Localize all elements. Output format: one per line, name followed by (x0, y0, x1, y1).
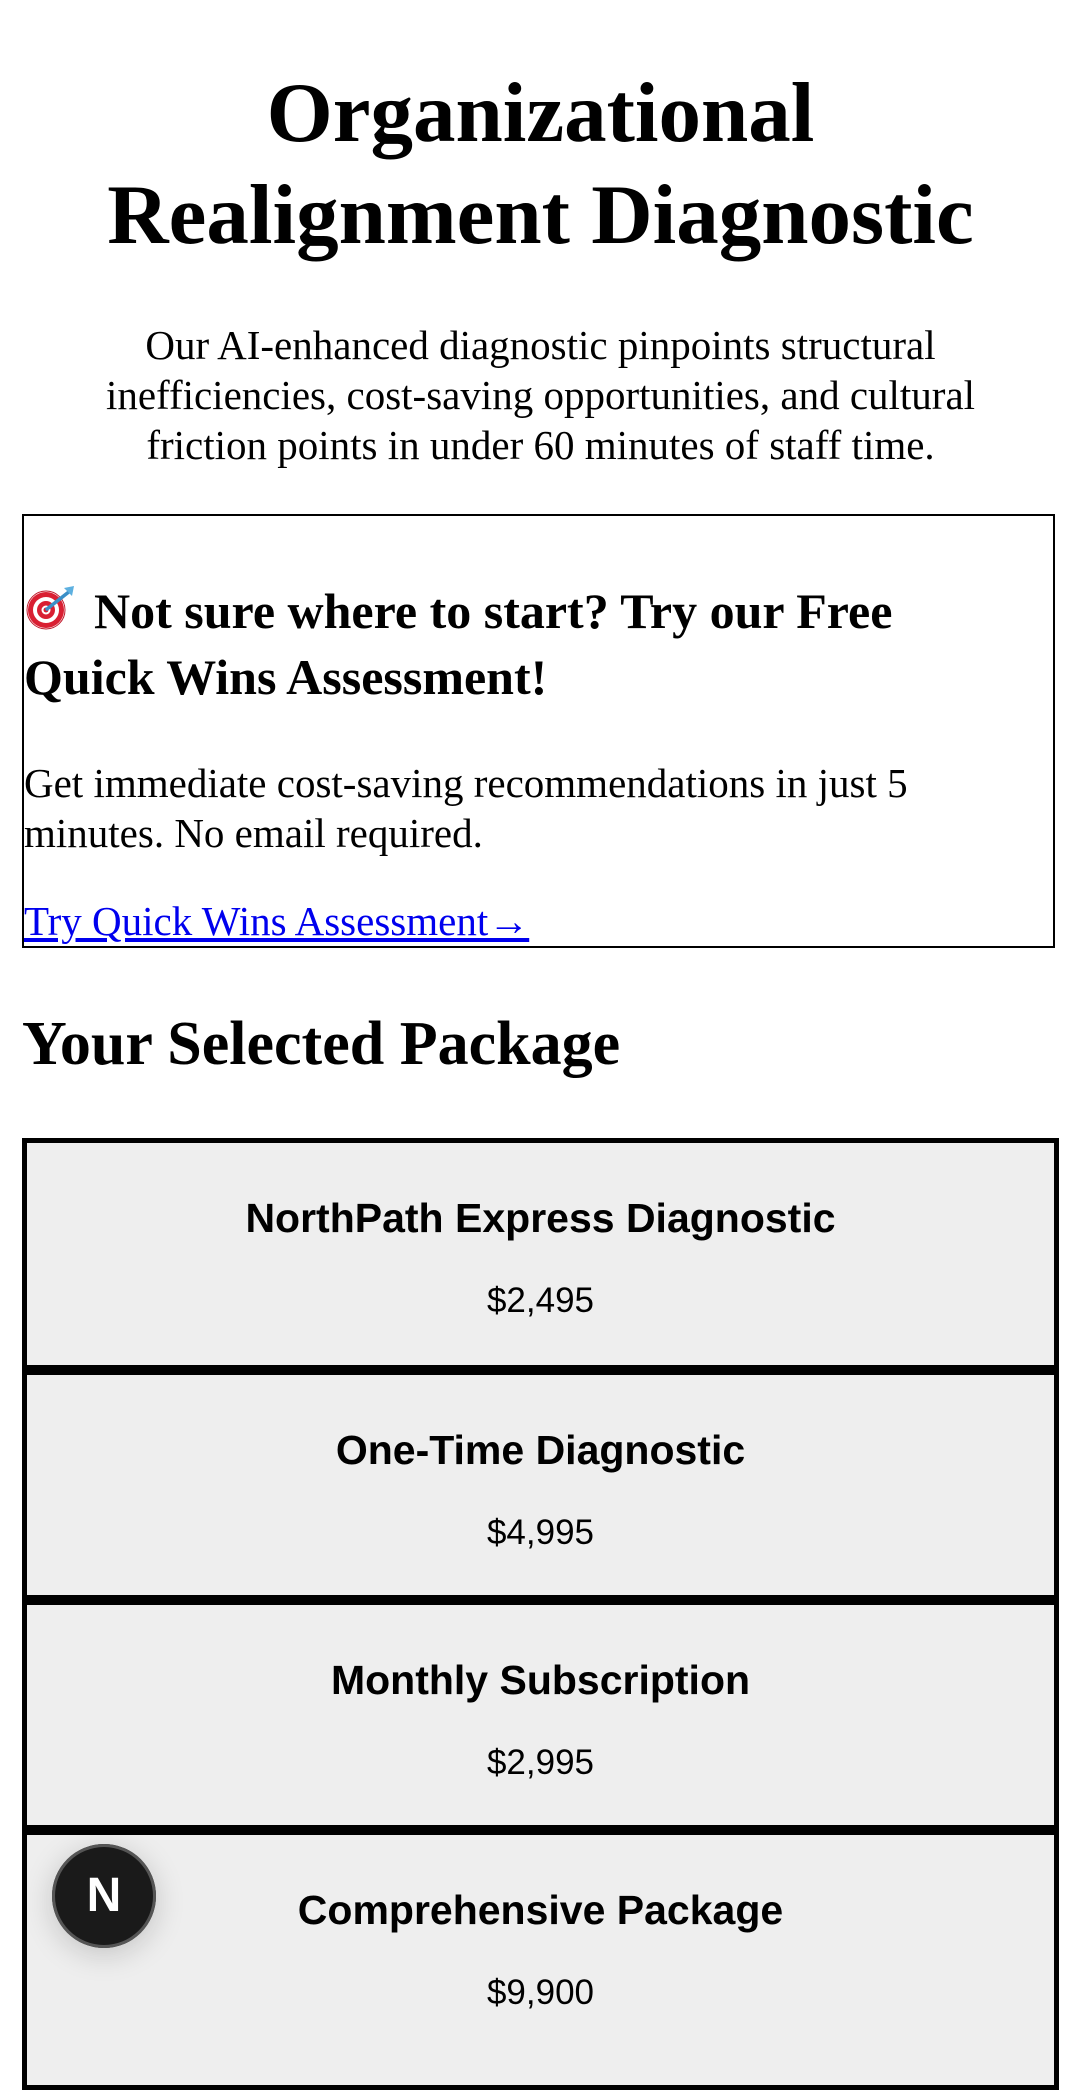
page-title: Organizational Realignment Diagnostic (107, 66, 974, 262)
promo-heading-text: Not sure where to start? Try our Free Qu… (24, 583, 893, 705)
promo-description: Get immediate cost-saving recommendation… (24, 760, 908, 856)
package-price: $4,995 (486, 1513, 595, 1552)
package-list: NorthPath Express Diagnostic $2,495 One-… (22, 1138, 1059, 2090)
package-name: NorthPath Express Diagnostic (245, 1195, 836, 1241)
package-price: $2,495 (486, 1281, 595, 1320)
package-price: $9,900 (486, 1973, 595, 2012)
package-card-one-time[interactable]: One-Time Diagnostic $4,995 (22, 1370, 1059, 1600)
quick-wins-promo-box: Not sure where to start? Try our Free Qu… (22, 514, 1055, 948)
package-name: Comprehensive Package (297, 1887, 784, 1933)
target-icon (24, 580, 76, 630)
package-price: $2,995 (486, 1743, 595, 1782)
quick-wins-link[interactable]: Try Quick Wins Assessment→ (24, 896, 529, 946)
package-card-express[interactable]: NorthPath Express Diagnostic $2,495 (22, 1138, 1059, 1370)
n-logo-icon: N (86, 1869, 122, 1922)
package-card-comprehensive[interactable]: Comprehensive Package $9,900 (22, 1830, 1059, 2090)
promo-heading: Not sure where to start? Try our Free Qu… (24, 578, 1024, 710)
package-card-monthly[interactable]: Monthly Subscription $2,995 (22, 1600, 1059, 1830)
selected-package-heading: Your Selected Package (22, 1010, 621, 1078)
floating-n-button[interactable]: N (52, 1844, 156, 1948)
intro-text: Our AI-enhanced diagnostic pinpoints str… (105, 322, 976, 468)
package-name: One-Time Diagnostic (335, 1427, 746, 1473)
package-name: Monthly Subscription (330, 1657, 751, 1703)
